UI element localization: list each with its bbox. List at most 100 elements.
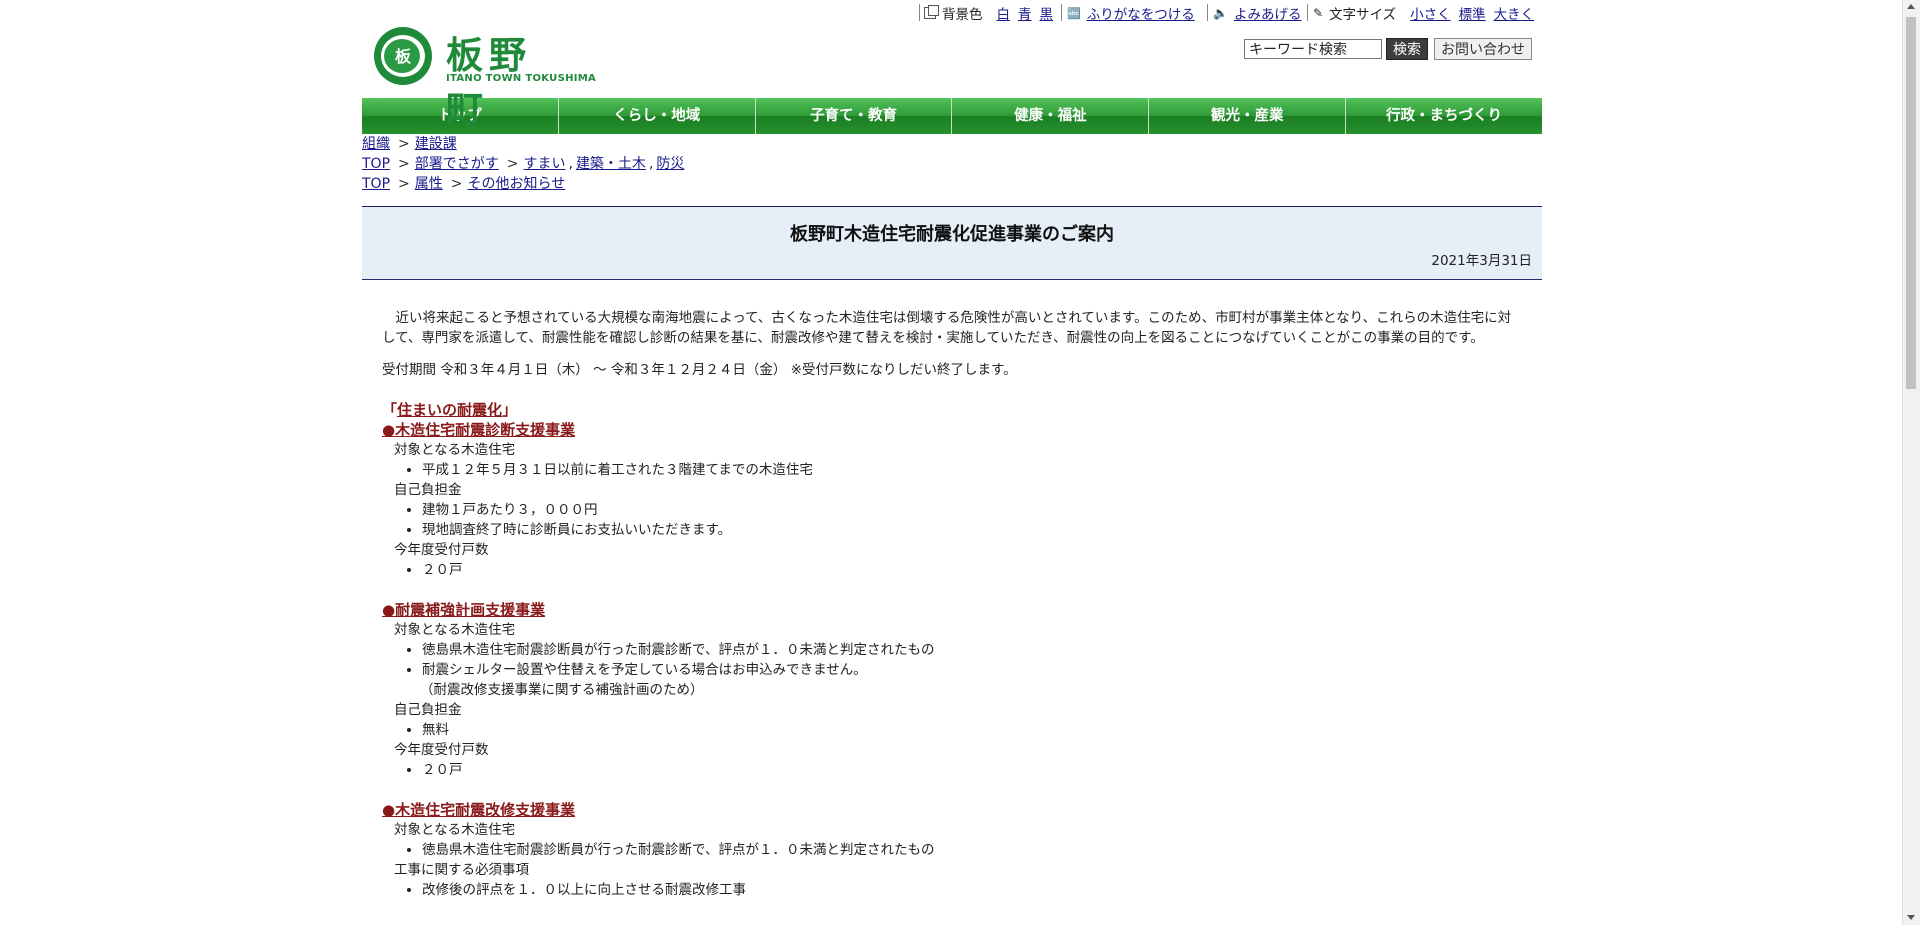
list-item: 無料 (422, 720, 1522, 740)
block-label: 今年度受付戸数 (394, 542, 489, 558)
breadcrumb-separator: > (450, 176, 463, 192)
bgcolor-label: 背景色 (942, 7, 983, 23)
block-list: ２０戸 (382, 760, 1522, 780)
block-label: 自己負担金 (394, 702, 462, 718)
block-label: 工事に関する必須事項 (394, 862, 529, 878)
scroll-thumb[interactable] (1906, 17, 1916, 389)
fontsize-large-option[interactable]: 大きく (1494, 3, 1535, 23)
scroll-up-arrow-icon[interactable] (1907, 4, 1915, 9)
furigana-icon: 🔤 (1067, 6, 1081, 20)
breadcrumb-separator: > (398, 156, 410, 172)
block-label: 対象となる木造住宅 (394, 822, 516, 838)
block-list: 建物１戸あたり３，０００円現地調査終了時に診断員にお支払いいただきます。 (382, 500, 1522, 540)
breadcrumb-link[interactable]: 属性 (415, 176, 443, 192)
nav-childcare-education[interactable]: 子育て・教育 (755, 98, 953, 134)
font-size-icon: ✎ (1313, 6, 1324, 20)
breadcrumb-comma: , (568, 156, 573, 172)
bgcolor-black-option[interactable]: 黒 (1040, 3, 1054, 23)
nav-living[interactable]: くらし・地域 (558, 98, 756, 134)
fontsize-small-option[interactable]: 小さく (1410, 3, 1451, 23)
bgcolor-group: 背景色 白 青 黒 (924, 3, 1053, 23)
breadcrumb-link[interactable]: 建築・土木 (576, 156, 646, 172)
breadcrumb-row: 組織 > 建設課 (362, 134, 1542, 154)
main-content: 近い将来起こると予想されている大規模な南海地震によって、古くなった木造住宅は倒壊… (362, 308, 1542, 900)
fontsize-normal-option[interactable]: 標準 (1459, 3, 1486, 23)
utility-bar: 背景色 白 青 黒 🔤 ふりがなをつける 🔈 よみあげる ✎ 文字サイズ 小さく… (362, 0, 1542, 24)
block-list: ２０戸 (382, 560, 1522, 580)
fontsize-group: ✎ 文字サイズ 小さく 標準 大きく (1313, 3, 1534, 23)
breadcrumb-separator: > (398, 136, 410, 152)
furigana-group: 🔤 ふりがなをつける (1067, 3, 1195, 24)
breadcrumb-separator: > (506, 156, 519, 172)
nav-administration[interactable]: 行政・まちづくり (1346, 98, 1542, 134)
block-list: 無料 (382, 720, 1522, 740)
breadcrumb-link[interactable]: その他お知らせ (467, 176, 565, 192)
list-item: ２０戸 (422, 760, 1522, 780)
program-title[interactable]: ●耐震補強計画支援事業 (382, 600, 1522, 620)
fontsize-label: 文字サイズ (1329, 7, 1397, 23)
readaloud-link[interactable]: よみあげる (1234, 3, 1302, 23)
page: 背景色 白 青 黒 🔤 ふりがなをつける 🔈 よみあげる ✎ 文字サイズ 小さく… (362, 0, 1542, 900)
page-scrollbar[interactable] (1902, 0, 1920, 925)
block-list: 改修後の評点を１．０以上に向上させる耐震改修工事 (382, 880, 1522, 900)
section-heading: 「住まいの耐震化」 (382, 400, 1522, 420)
breadcrumb-separator: > (398, 176, 410, 192)
list-item: 耐震シェルター設置や住替えを予定している場合はお申込みできません。 (422, 660, 1522, 680)
site-logo[interactable]: 板 板野町 ITANO TOWN TOKUSHIMA (374, 27, 596, 131)
block-list: 徳島県木造住宅耐震診断員が行った耐震診断で、評点が１．０未満と判定されたもの (382, 840, 1522, 860)
section-heading-link[interactable]: 住まいの耐震化 (397, 401, 502, 419)
scroll-down-arrow-icon[interactable] (1907, 915, 1915, 920)
breadcrumb-link[interactable]: TOP (362, 176, 390, 192)
breadcrumb-link[interactable]: 組織 (362, 136, 390, 152)
block-label: 今年度受付戸数 (394, 742, 489, 758)
block-note: （耐震改修支援事業に関する補強計画のため） (420, 682, 704, 698)
nav-tourism-industry[interactable]: 観光・産業 (1149, 98, 1347, 134)
list-item: ２０戸 (422, 560, 1522, 580)
block-list: 平成１２年５月３１日以前に着工された３階建てまでの木造住宅 (382, 460, 1522, 480)
emblem-character: 板 (394, 47, 411, 66)
separator (1061, 4, 1062, 21)
block-label: 自己負担金 (394, 482, 462, 498)
block-label: 対象となる木造住宅 (394, 622, 516, 638)
breadcrumb-link[interactable]: TOP (362, 156, 390, 172)
logo-subtitle: ITANO TOWN TOKUSHIMA (446, 73, 597, 84)
breadcrumb-comma: , (648, 156, 654, 172)
contact-button[interactable]: お問い合わせ (1434, 38, 1532, 60)
readaloud-group: 🔈 よみあげる (1213, 3, 1301, 23)
breadcrumb-row: TOP > 属性 > その他お知らせ (362, 174, 1542, 194)
block-list: 徳島県木造住宅耐震診断員が行った耐震診断で、評点が１．０未満と判定されたもの耐震… (382, 640, 1522, 680)
separator (1207, 4, 1208, 21)
breadcrumb-link[interactable]: すまい (523, 156, 565, 172)
separator (1307, 4, 1308, 21)
breadcrumb-link[interactable]: 部署でさがす (415, 156, 499, 172)
site-header: 板 板野町 ITANO TOWN TOKUSHIMA 検索 お問い合わせ (362, 24, 1542, 131)
nav-health-welfare[interactable]: 健康・福祉 (952, 98, 1150, 134)
reception-period: 受付期間 令和３年４月１日（木） ～ 令和３年１２月２４日（金） ※受付戸数にな… (382, 362, 1017, 378)
list-item: 改修後の評点を１．０以上に向上させる耐震改修工事 (422, 880, 1522, 900)
search-input[interactable] (1244, 39, 1382, 59)
bgcolor-blue-option[interactable]: 青 (1018, 3, 1032, 23)
search-area: 検索 お問い合わせ (1244, 38, 1532, 60)
program-title[interactable]: ●木造住宅耐震改修支援事業 (382, 800, 1522, 820)
list-item: 徳島県木造住宅耐震診断員が行った耐震診断で、評点が１．０未満と判定されたもの (422, 640, 1522, 660)
intro-paragraph: 近い将来起こると予想されている大規模な南海地震によって、古くなった木造住宅は倒壊… (382, 310, 1512, 346)
separator (919, 4, 920, 21)
section-heading-open: 「 (382, 401, 398, 419)
background-color-icon (924, 5, 939, 19)
section-heading-close: 」 (502, 401, 518, 419)
list-item: 徳島県木造住宅耐震診断員が行った耐震診断で、評点が１．０未満と判定されたもの (422, 840, 1522, 860)
furigana-link[interactable]: ふりがなをつける (1087, 3, 1195, 23)
program-title[interactable]: ●木造住宅耐震診断支援事業 (382, 420, 1522, 440)
list-item: 平成１２年５月３１日以前に着工された３階建てまでの木造住宅 (422, 460, 1522, 480)
bgcolor-white-option[interactable]: 白 (997, 3, 1011, 23)
publish-date: 2021年3月31日 (1431, 253, 1532, 269)
title-box: 板野町木造住宅耐震化促進事業のご案内 2021年3月31日 (362, 206, 1542, 280)
list-item: 建物１戸あたり３，０００円 (422, 500, 1522, 520)
breadcrumb: 組織 > 建設課 TOP > 部署でさがす > すまい, 建築・土木, 防災 TOP > 属性 > その… (362, 134, 1542, 194)
speaker-icon: 🔈 (1213, 6, 1228, 20)
breadcrumb-link[interactable]: 防災 (656, 156, 684, 172)
breadcrumb-row: TOP > 部署でさがす > すまい, 建築・土木, 防災 (362, 154, 1542, 174)
breadcrumb-link[interactable]: 建設課 (415, 136, 457, 152)
list-item: 現地調査終了時に診断員にお支払いいただきます。 (422, 520, 1522, 540)
search-button[interactable]: 検索 (1386, 38, 1428, 60)
